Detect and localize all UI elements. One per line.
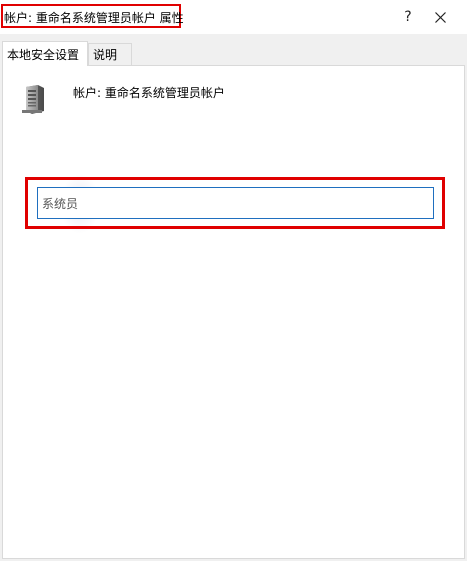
title-bar: 帐户: 重命名系统管理员帐户 属性 ? <box>0 0 467 34</box>
properties-dialog: 帐户: 重命名系统管理员帐户 属性 ? 本地安全设置 说明 帐户: 重命名系统管… <box>0 0 467 561</box>
window-title: 帐户: 重命名系统管理员帐户 属性 <box>4 11 184 25</box>
server-icon <box>22 85 44 114</box>
tab-explain[interactable]: 说明 <box>88 43 132 65</box>
tab-label: 本地安全设置 <box>7 47 80 62</box>
close-button[interactable] <box>426 6 454 28</box>
policy-heading: 帐户: 重命名系统管理员帐户 <box>73 86 225 100</box>
tab-panel: 帐户: 重命名系统管理员帐户 <box>2 65 465 559</box>
tab-label: 说明 <box>93 48 118 62</box>
close-icon <box>434 11 446 23</box>
help-icon: ? <box>404 9 412 25</box>
account-name-input[interactable] <box>37 187 434 219</box>
tab-local-security-setting[interactable]: 本地安全设置 <box>2 41 88 66</box>
dialog-body: 本地安全设置 说明 帐户: 重命名系统管理员帐户 系统员 <box>0 34 467 561</box>
help-button[interactable]: ? <box>394 6 422 28</box>
